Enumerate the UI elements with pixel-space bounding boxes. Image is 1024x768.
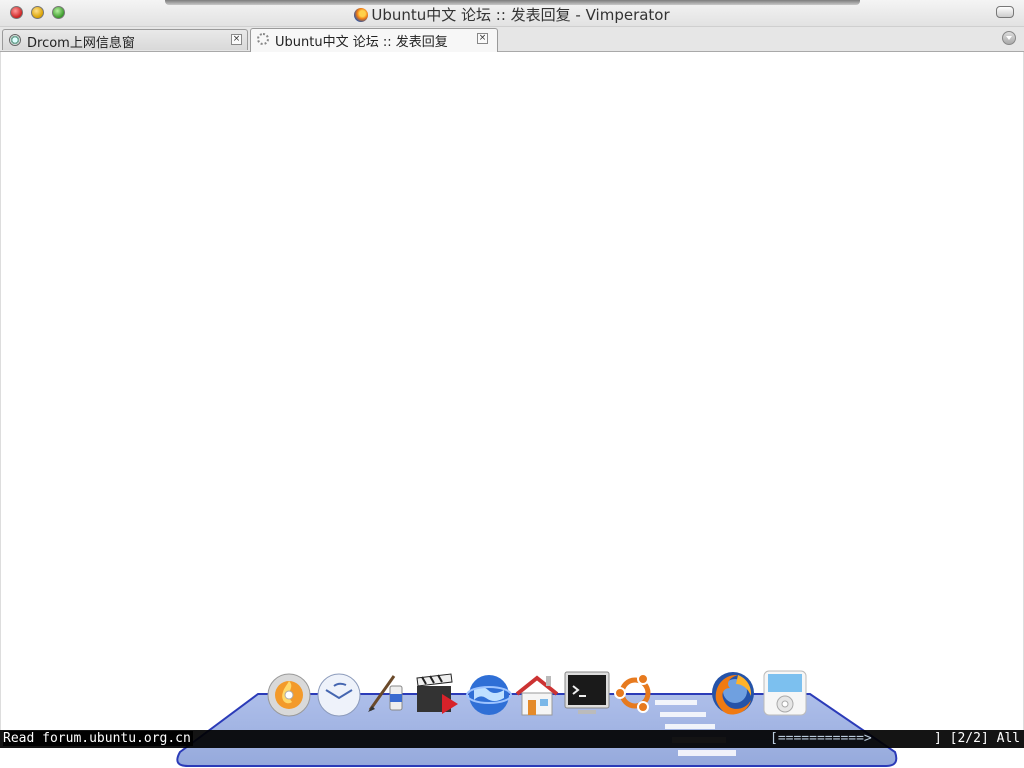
mail-client-icon[interactable] bbox=[316, 672, 362, 718]
status-message: Read forum.ubuntu.org.cn bbox=[3, 731, 193, 746]
command-line[interactable] bbox=[0, 748, 1024, 768]
load-progress: [===========> bbox=[770, 731, 872, 746]
home-folder-icon[interactable] bbox=[514, 672, 560, 718]
paint-tools-icon[interactable] bbox=[364, 670, 410, 716]
terminal-icon[interactable] bbox=[564, 670, 610, 716]
firefox-icon[interactable] bbox=[710, 670, 756, 716]
disc-burner-icon[interactable] bbox=[266, 672, 312, 718]
status-line: Read forum.ubuntu.org.cn [===========> ]… bbox=[0, 730, 1024, 748]
dock bbox=[0, 0, 1024, 768]
music-player-icon[interactable] bbox=[762, 670, 808, 716]
ubuntu-logo-icon[interactable] bbox=[612, 670, 658, 716]
globe-browser-icon[interactable] bbox=[466, 672, 512, 718]
buffer-position: ] [2/2] All bbox=[934, 731, 1021, 746]
video-editor-icon[interactable] bbox=[414, 672, 460, 718]
